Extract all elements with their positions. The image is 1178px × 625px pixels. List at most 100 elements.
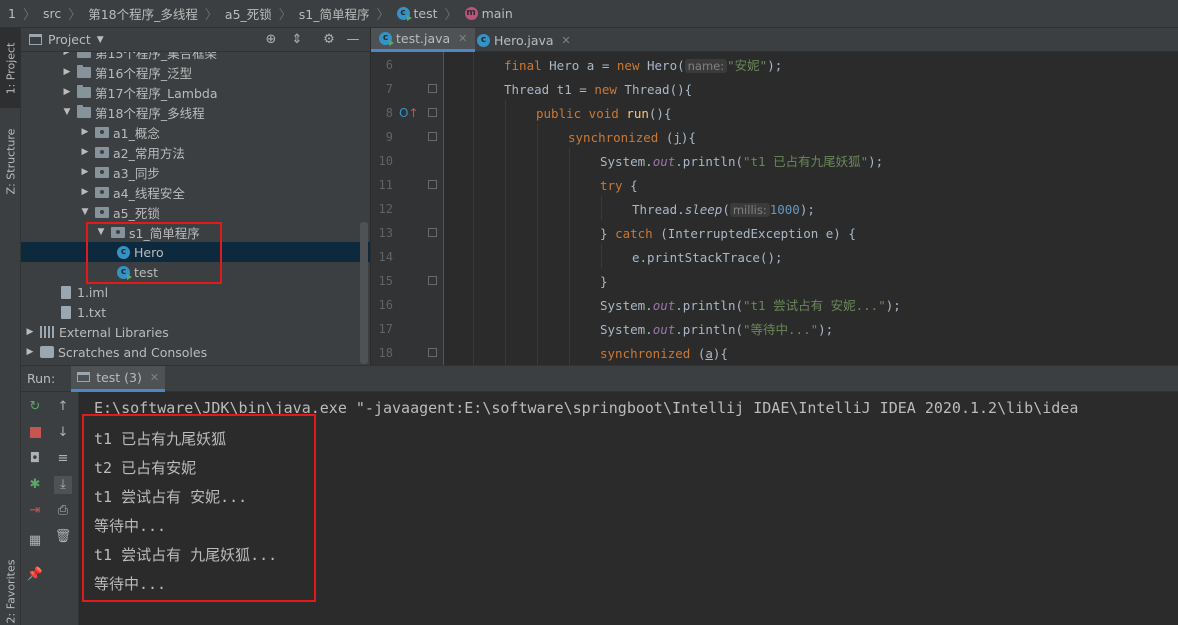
collapsed-arrow-icon[interactable]: ▶ <box>79 147 91 157</box>
locate-icon[interactable]: ⊕ <box>263 32 279 48</box>
print-icon[interactable]: ⎙ <box>54 502 72 520</box>
scratches-icon <box>40 346 54 358</box>
tree-item[interactable]: ▶ a2_常用方法 <box>21 142 370 162</box>
project-panel-header: Project ▼ ⊕ ⇕ ⚙ — <box>21 28 370 52</box>
code-token: } <box>600 274 608 289</box>
code-token: out <box>652 322 676 337</box>
project-view-selector[interactable]: Project <box>48 32 91 47</box>
tree-item[interactable]: ▼ 第18个程序_多线程 <box>21 102 370 122</box>
code-token: ); <box>767 58 783 73</box>
code-editor[interactable]: final Hero a = new Hero(name: "安妮"); Thre… <box>445 52 1178 365</box>
gear-icon[interactable]: ⚙ <box>321 32 337 48</box>
fold-marker-icon[interactable] <box>428 108 437 117</box>
package-icon <box>95 206 109 218</box>
fold-marker-icon[interactable] <box>428 132 437 141</box>
code-token: ){ <box>712 346 728 361</box>
collapsed-arrow-icon[interactable]: ▶ <box>61 52 73 57</box>
collapsed-arrow-icon[interactable]: ▶ <box>79 127 91 137</box>
tree-item[interactable]: ▼ a5_死锁 <box>21 202 370 222</box>
line-number: 17 <box>378 322 393 336</box>
code-token: (InterruptedException e) { <box>660 226 856 241</box>
line-number: 6 <box>385 58 393 72</box>
expanded-arrow-icon[interactable]: ▼ <box>61 107 73 117</box>
run-tab-test[interactable]: test (3) ✕ <box>71 365 166 392</box>
collapse-all-icon[interactable]: ⇕ <box>289 32 305 48</box>
tree-item[interactable]: ▶ 第16个程序_泛型 <box>21 62 370 82</box>
breadcrumb-label: 第18个程序_多线程 <box>88 7 198 22</box>
chevron-right-icon: 〉 <box>444 8 458 23</box>
code-token: "安妮" <box>727 58 768 73</box>
collapsed-arrow-icon[interactable]: ▶ <box>79 187 91 197</box>
collapsed-arrow-icon[interactable]: ▶ <box>79 167 91 177</box>
tree-item[interactable]: ▶ a3_同步 <box>21 162 370 182</box>
project-view-icon <box>29 34 42 45</box>
expanded-arrow-icon[interactable]: ▼ <box>79 207 91 217</box>
tree-item[interactable]: 1.txt <box>21 302 370 322</box>
code-line-14: e.printStackTrace(); <box>632 246 783 270</box>
favorites-tool-tab[interactable]: 2: Favorites <box>0 558 21 625</box>
breadcrumb-class[interactable]: c test <box>396 6 438 21</box>
arrow-up-icon[interactable]: ↑ <box>54 398 72 416</box>
code-token: ); <box>818 322 834 337</box>
scroll-to-end-icon[interactable]: ⤓ <box>54 476 72 494</box>
line-number: 7 <box>385 82 393 96</box>
folder-icon <box>77 84 91 98</box>
collapsed-arrow-icon[interactable]: ▶ <box>24 327 36 337</box>
close-icon[interactable]: ✕ <box>150 371 159 384</box>
debug-icon[interactable]: ✱ <box>26 476 44 494</box>
breadcrumb-label: src <box>42 6 62 21</box>
camera-icon[interactable]: ◘ <box>26 450 44 468</box>
tree-item-label: a1_概念 <box>113 125 160 141</box>
code-line-12: Thread.sleep(millis: 1000); <box>632 198 815 222</box>
breadcrumb-method[interactable]: m main <box>464 6 513 21</box>
line-number: 15 <box>378 274 393 288</box>
layout-icon[interactable]: ▦ <box>26 532 44 550</box>
tree-item[interactable]: ▶ a4_线程安全 <box>21 182 370 202</box>
highlight-box-tree <box>86 222 222 284</box>
code-line-10: System.out.println("t1 已占有九尾妖狐"); <box>600 150 883 174</box>
tree-item[interactable]: ▶ Scratches and Consoles <box>21 342 370 362</box>
fold-marker-icon[interactable] <box>428 84 437 93</box>
tab-test-java[interactable]: c test.java ✕ <box>371 28 476 52</box>
tree-item[interactable]: ▶ 第15个程序_集合框架 <box>21 52 370 62</box>
trash-icon[interactable]: 🗑 <box>54 528 72 546</box>
tree-item[interactable]: ▶ 第17个程序_Lambda <box>21 82 370 102</box>
rerun-icon[interactable]: ↻ <box>26 398 44 416</box>
tree-item-label: External Libraries <box>59 324 169 340</box>
pin-icon[interactable]: 📌 <box>26 566 44 584</box>
fold-marker-icon[interactable] <box>428 276 437 285</box>
close-icon[interactable]: ✕ <box>458 32 467 45</box>
code-token: j <box>673 130 681 145</box>
tree-item[interactable]: ▶ a1_概念 <box>21 122 370 142</box>
override-marker-icon[interactable]: O↑ <box>399 106 419 120</box>
fold-marker-icon[interactable] <box>428 228 437 237</box>
project-tree-scrollbar[interactable] <box>360 222 368 364</box>
breadcrumb-module[interactable]: 第18个程序_多线程 <box>88 4 198 23</box>
collapsed-arrow-icon[interactable]: ▶ <box>24 347 36 357</box>
indent-guide <box>601 244 602 268</box>
chevron-down-icon[interactable]: ▼ <box>97 35 104 45</box>
fold-marker-icon[interactable] <box>428 180 437 189</box>
code-token: System. <box>600 322 653 337</box>
line-number: 11 <box>378 178 393 192</box>
exit-icon[interactable]: ⇥ <box>26 502 44 520</box>
collapsed-arrow-icon[interactable]: ▶ <box>61 67 73 77</box>
breadcrumb-package[interactable]: a5_死锁 <box>225 4 272 23</box>
collapsed-arrow-icon[interactable]: ▶ <box>61 87 73 97</box>
structure-tool-tab[interactable]: Z: Structure <box>0 116 21 206</box>
breadcrumb-subpackage[interactable]: s1_简单程序 <box>299 4 370 23</box>
close-icon[interactable]: ✕ <box>562 34 571 47</box>
fold-marker-icon[interactable] <box>428 348 437 357</box>
breadcrumb-src[interactable]: src <box>43 6 61 21</box>
stop-icon[interactable] <box>26 424 44 442</box>
run-toolbar: ↻ ↑ ↓ ◘ ≡ ✱ ⤓ ⇥ ⎙ ▦ 🗑 📌 <box>21 392 79 625</box>
hide-icon[interactable]: — <box>345 32 361 48</box>
tab-hero-java[interactable]: c Hero.java ✕ <box>469 28 579 52</box>
soft-wrap-icon[interactable]: ≡ <box>54 450 72 468</box>
tree-item[interactable]: ▶ External Libraries <box>21 322 370 342</box>
project-tool-tab[interactable]: 1: Project <box>0 28 21 108</box>
tree-item[interactable]: 1.iml <box>21 282 370 302</box>
arrow-down-icon[interactable]: ↓ <box>54 424 72 442</box>
breadcrumb-project[interactable]: 1 <box>8 6 16 21</box>
line-number: 16 <box>378 298 393 312</box>
